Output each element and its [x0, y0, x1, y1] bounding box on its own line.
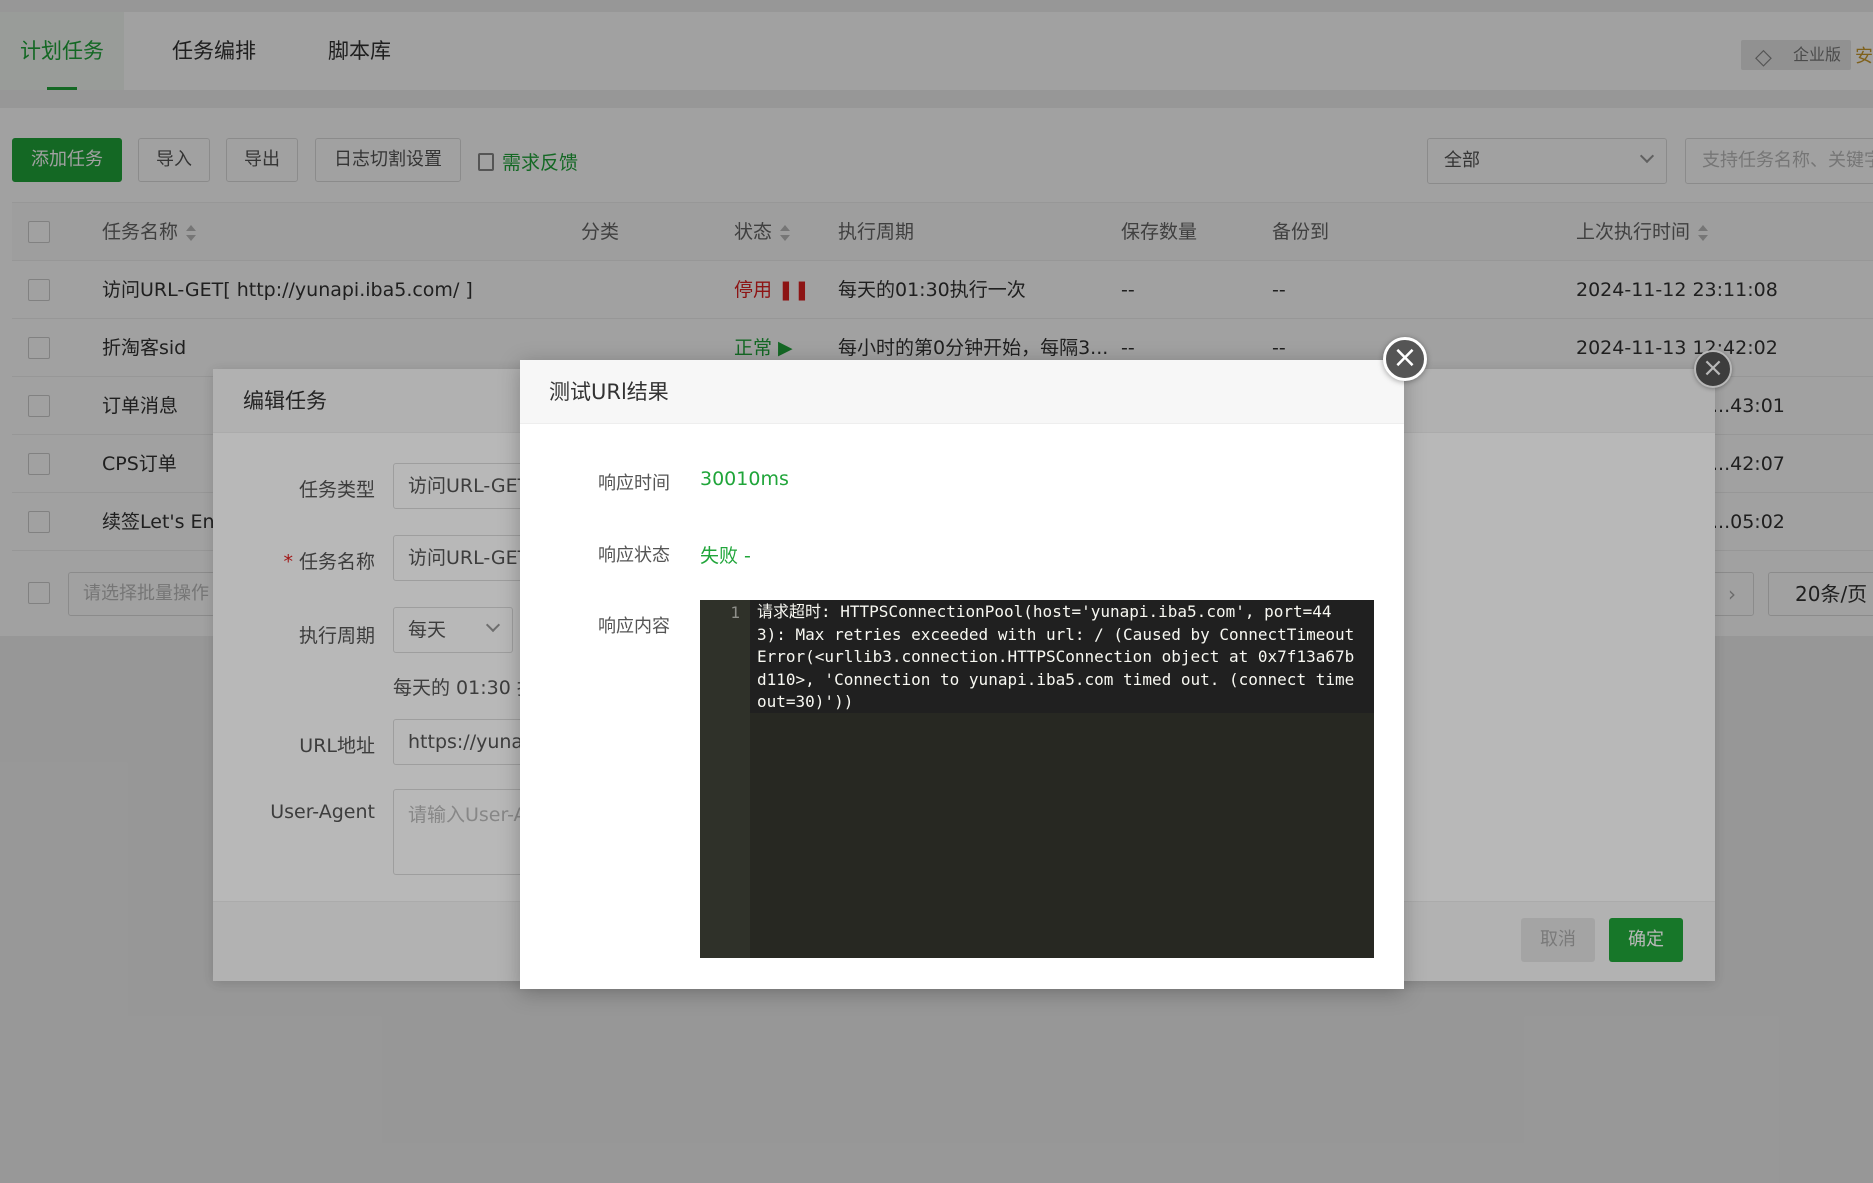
response-time-label: 响应时间: [598, 473, 670, 494]
response-status-value: 失败 -: [700, 545, 751, 567]
result-dialog-title: 测试URl结果: [520, 360, 1404, 424]
response-status-label: 响应状态: [598, 545, 670, 566]
response-time-value: 30010ms: [700, 468, 789, 490]
response-content-text: 请求超时: HTTPSConnectionPool(host='yunapi.i…: [757, 602, 1355, 711]
line-number: 1: [730, 603, 740, 622]
response-content-label: 响应内容: [598, 616, 670, 637]
line-number-gutter: 1: [700, 600, 750, 958]
close-icon[interactable]: ×: [1383, 337, 1427, 381]
response-content-editor[interactable]: 1 请求超时: HTTPSConnectionPool(host='yunapi…: [700, 600, 1374, 958]
test-url-result-dialog: 测试URl结果 响应时间 30010ms 响应状态 失败 - 响应内容 1 请求…: [520, 360, 1404, 989]
